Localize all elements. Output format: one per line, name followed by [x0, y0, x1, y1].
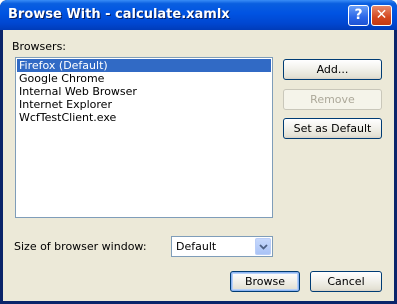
help-button[interactable]: ?	[348, 5, 369, 26]
browse-button[interactable]: Browse	[230, 271, 300, 292]
browser-item-firefox[interactable]: Firefox (Default)	[17, 59, 271, 72]
browsers-label: Browsers:	[12, 40, 67, 53]
browser-item-chrome[interactable]: Google Chrome	[17, 72, 271, 85]
browsers-listbox[interactable]: Firefox (Default) Google Chrome Internal…	[15, 57, 273, 218]
browser-item-ie[interactable]: Internet Explorer	[17, 98, 271, 111]
cancel-button[interactable]: Cancel	[310, 271, 382, 292]
browser-size-value: Default	[176, 240, 217, 253]
add-button[interactable]: Add...	[283, 59, 382, 80]
browser-item-internal[interactable]: Internal Web Browser	[17, 85, 271, 98]
browser-item-wcftestclient[interactable]: WcfTestClient.exe	[17, 111, 271, 124]
set-as-default-button[interactable]: Set as Default	[283, 118, 382, 139]
dialog-body: Browsers: Firefox (Default) Google Chrom…	[3, 30, 394, 301]
browse-with-dialog: Browse With - calculate.xamlx ? ✕ Browse…	[0, 0, 397, 304]
close-button[interactable]: ✕	[371, 5, 392, 26]
title-bar[interactable]: Browse With - calculate.xamlx ? ✕	[0, 0, 397, 30]
window-title: Browse With - calculate.xamlx	[8, 7, 230, 22]
browser-size-label: Size of browser window:	[14, 240, 147, 253]
dropdown-arrow-icon[interactable]	[255, 238, 271, 255]
browser-size-select[interactable]: Default	[171, 236, 273, 257]
remove-button[interactable]: Remove	[283, 89, 382, 110]
